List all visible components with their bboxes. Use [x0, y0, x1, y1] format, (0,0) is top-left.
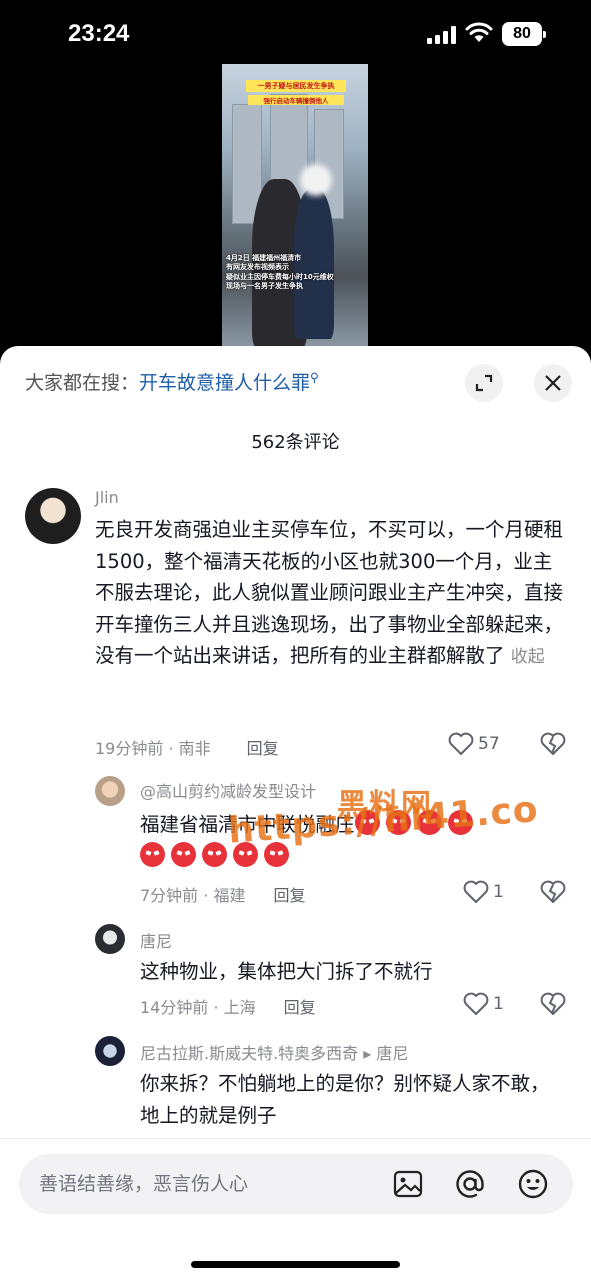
like-button[interactable]: 57 — [448, 732, 500, 756]
angry-face-icon — [171, 841, 196, 867]
image-icon[interactable] — [392, 1168, 424, 1200]
comment-text: 无良开发商强迫业主买停车位，不买可以，一个月硬租1500，整个福清天花板的小区也… — [95, 518, 564, 667]
status-time: 23:24 — [68, 20, 130, 47]
angry-face-icon — [416, 810, 442, 835]
heart-icon — [463, 992, 489, 1015]
avatar[interactable] — [95, 1036, 125, 1066]
hot-search-row[interactable]: 大家都在搜：开车故意撞人什么罪⚲ — [25, 368, 319, 395]
angry-face-icon — [354, 810, 380, 835]
broken-heart-icon[interactable] — [540, 992, 566, 1016]
status-bar: 23:24 80 — [0, 0, 591, 70]
comment-meta: 19分钟前 · 南非 回复 — [95, 735, 279, 759]
video-player[interactable]: 一男子疑与居民发生争执 强行启动车辆撞倒他人 4月2日 福建福州福清市 有网友发… — [222, 64, 368, 346]
comment-time-location: 19分钟前 · 南非 — [95, 739, 211, 758]
like-count: 1 — [493, 994, 504, 1014]
reply-button[interactable]: 回复 — [273, 886, 305, 905]
reply-arrow-icon: ▸ — [363, 1044, 372, 1063]
like-count: 57 — [478, 734, 500, 754]
like-count: 1 — [493, 882, 504, 902]
mention-icon[interactable] — [454, 1168, 486, 1200]
angry-face-icon — [447, 810, 473, 835]
comment-meta: 14分钟前 · 上海 回复 — [140, 994, 316, 1018]
comment-time-location: 14分钟前 · 上海 — [140, 998, 256, 1017]
avatar[interactable] — [25, 488, 81, 544]
reply-button[interactable]: 回复 — [247, 739, 279, 758]
expand-icon — [475, 374, 493, 392]
comment-count: 562条评论 — [251, 432, 340, 453]
close-button[interactable] — [534, 364, 572, 402]
home-indicator — [191, 1261, 400, 1268]
comment-meta: 7分钟前 · 福建 回复 — [140, 882, 305, 906]
blurred-face — [300, 164, 332, 196]
reply-to-username[interactable]: 唐尼 — [376, 1044, 408, 1063]
angry-face-icon — [233, 841, 258, 867]
comment-username[interactable]: Jlin — [95, 488, 119, 507]
cellular-signal-icon — [427, 26, 457, 44]
comment-text: 你来拆？不怕躺地上的是你？别怀疑人家不敢，地上的就是例子 — [140, 1072, 550, 1127]
avatar[interactable] — [95, 924, 125, 954]
battery-indicator: 80 — [502, 22, 546, 46]
comment-text: 这种物业，集体把大门拆了不就行 — [140, 960, 433, 983]
comment-username[interactable]: @高山剪约减龄发型设计 — [140, 778, 316, 802]
broken-heart-icon[interactable] — [540, 732, 566, 756]
video-title: 一男子疑与居民发生争执 — [246, 80, 346, 92]
hot-search-prefix: 大家都在搜： — [25, 372, 140, 394]
avatar[interactable] — [95, 776, 125, 806]
angry-face-icon — [140, 841, 165, 867]
expand-button[interactable] — [465, 364, 503, 402]
heart-icon — [448, 732, 474, 755]
comment-input[interactable] — [39, 1164, 379, 1204]
comment-input-box — [19, 1154, 573, 1214]
like-button[interactable]: 1 — [463, 880, 504, 904]
video-caption: 4月2日 福建福州福清市 有网友发布视频表示 疑似业主因停车费每小时10元维权 … — [226, 254, 334, 291]
angry-face-icon — [385, 810, 411, 835]
broken-heart-icon[interactable] — [540, 880, 566, 904]
comment-input-bar — [0, 1138, 591, 1280]
emoji-icon[interactable] — [517, 1168, 549, 1200]
comment-text: 福建省福清市中联悦融庄 — [140, 809, 560, 872]
search-icon: ⚲ — [310, 370, 319, 385]
collapse-button[interactable]: 收起 — [511, 647, 545, 667]
comment-username[interactable]: 尼古拉斯.斯威夫特.特奥多西奇 ▸ 唐尼 — [140, 1040, 408, 1064]
wifi-icon — [465, 22, 493, 42]
angry-face-icon — [202, 841, 227, 867]
video-subtitle: 强行启动车辆撞倒他人 — [248, 95, 344, 105]
hot-search-keyword[interactable]: 开车故意撞人什么罪 — [139, 372, 310, 394]
heart-icon — [463, 880, 489, 903]
angry-face-icon — [264, 841, 289, 867]
reply-button[interactable]: 回复 — [284, 998, 316, 1017]
comment-time-location: 7分钟前 · 福建 — [140, 886, 246, 905]
comment-username[interactable]: 唐尼 — [140, 928, 172, 952]
close-icon — [545, 375, 561, 391]
like-button[interactable]: 1 — [463, 992, 504, 1016]
